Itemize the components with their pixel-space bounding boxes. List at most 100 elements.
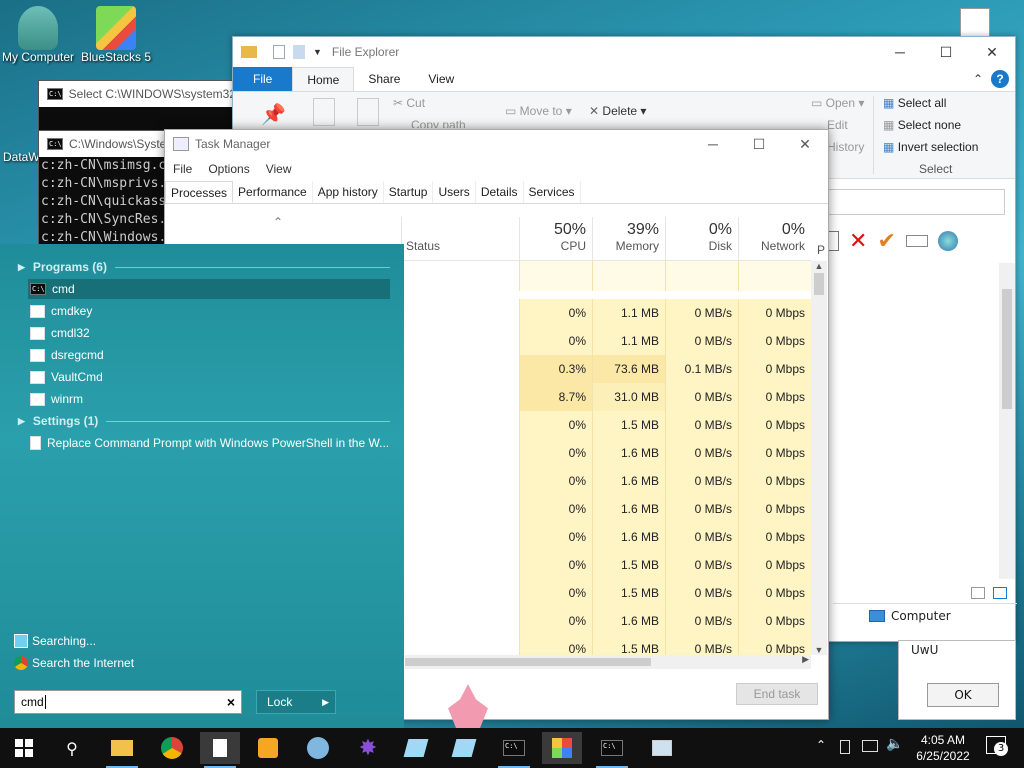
maximize-button[interactable]: ☐ xyxy=(923,37,969,67)
select-none-button[interactable]: ▦ Select none xyxy=(883,118,961,132)
taskbar-task-manager[interactable] xyxy=(642,732,682,764)
taskbar-media[interactable] xyxy=(248,732,288,764)
copy-icon[interactable] xyxy=(313,98,335,126)
scroll-up-icon[interactable]: ▲ xyxy=(811,261,827,271)
cut-button[interactable]: ✂ Cut xyxy=(393,96,425,110)
desktop-icon-dataw[interactable]: DataW xyxy=(0,150,40,164)
desktop-icon-bluestacks[interactable]: BlueStacks 5 xyxy=(78,6,154,64)
view-thumbnails-icon[interactable] xyxy=(993,587,1007,599)
tray-battery-icon[interactable] xyxy=(840,740,850,754)
scroll-right-icon[interactable]: ▶ xyxy=(802,654,809,665)
document-icon[interactable] xyxy=(960,8,990,38)
taskbar-glass-app-2[interactable] xyxy=(444,732,484,764)
open-button[interactable]: ▭ Open ▾ xyxy=(811,96,864,110)
tab-startup[interactable]: Startup xyxy=(384,181,434,203)
quick-access-dropdown-icon[interactable]: ▼ xyxy=(313,47,322,57)
help-icon[interactable]: ? xyxy=(991,70,1009,88)
paste-icon[interactable] xyxy=(357,98,379,126)
taskbar-react[interactable] xyxy=(298,732,338,764)
tab-file[interactable]: File xyxy=(233,67,293,91)
end-task-button[interactable]: End task xyxy=(736,683,818,705)
task-manager-hscroll[interactable]: ▶ xyxy=(405,654,811,669)
column-network[interactable]: 0% Network xyxy=(738,217,811,261)
hscroll-thumb[interactable] xyxy=(405,658,651,666)
scroll-down-icon[interactable]: ▼ xyxy=(811,645,827,655)
ok-button[interactable]: OK xyxy=(927,683,999,707)
edit-button[interactable]: Edit xyxy=(827,118,848,132)
taskbar-cmd[interactable]: C:\ xyxy=(494,732,534,768)
taskbar-purple-app[interactable]: ✸ xyxy=(348,732,388,764)
nav-computer[interactable]: Computer xyxy=(891,609,951,623)
tray-network-icon[interactable] xyxy=(862,740,878,752)
minimize-button[interactable]: ─ xyxy=(690,129,736,159)
tab-home[interactable]: Home xyxy=(292,67,355,91)
lock-button[interactable]: Lock ▶ xyxy=(256,690,336,714)
message-dialog[interactable]: UwU OK xyxy=(898,640,1016,720)
scroll-thumb[interactable] xyxy=(1002,289,1012,409)
minimize-button[interactable]: ─ xyxy=(877,37,923,67)
delete-button[interactable]: ✕ Delete ▾ xyxy=(589,104,646,118)
close-button[interactable]: ✕ xyxy=(969,37,1015,67)
copy-path-button[interactable]: Copy path xyxy=(411,118,466,128)
menu-view[interactable]: View xyxy=(258,158,300,180)
quick-access-check-icon[interactable] xyxy=(273,45,285,59)
menu-file[interactable]: File xyxy=(165,158,200,180)
tray-volume-icon[interactable]: 🔈 xyxy=(886,736,903,752)
task-manager-titlebar[interactable]: Task Manager ─ ☐ ✕ xyxy=(165,130,828,158)
start-button[interactable] xyxy=(4,732,44,764)
maximize-button[interactable]: ☐ xyxy=(736,129,782,159)
desktop-icon-my-computer[interactable]: My Computer xyxy=(0,6,76,64)
search-input[interactable]: cmd × xyxy=(14,690,242,714)
tray-overflow-icon[interactable]: ⌃ xyxy=(816,738,826,752)
tab-services[interactable]: Services xyxy=(524,181,581,203)
invert-selection-button[interactable]: ▦ Invert selection xyxy=(883,140,978,154)
menu-options[interactable]: Options xyxy=(200,158,257,180)
ribbon-collapse-icon[interactable]: ⌃ xyxy=(973,67,991,91)
program-item-winrm[interactable]: winrm xyxy=(28,389,390,409)
column-power[interactable]: P xyxy=(817,243,825,257)
checkmark-icon[interactable]: ✔ xyxy=(877,229,895,254)
rename-icon[interactable] xyxy=(905,235,928,247)
sort-arrow-icon[interactable]: ⌃ xyxy=(273,215,283,229)
clear-search-icon[interactable]: × xyxy=(227,691,235,713)
taskbar-files[interactable] xyxy=(200,732,240,768)
column-memory[interactable]: 39% Memory xyxy=(592,217,665,261)
taskbar-chrome[interactable] xyxy=(152,732,192,764)
view-details-icon[interactable] xyxy=(971,587,985,599)
notification-center-button[interactable]: 3 xyxy=(986,736,1008,758)
column-cpu[interactable]: 50% CPU xyxy=(519,217,592,261)
tab-performance[interactable]: Performance xyxy=(233,181,313,203)
settings-item-powershell[interactable]: Replace Command Prompt with Windows Powe… xyxy=(28,433,390,453)
task-manager-vscroll[interactable]: ▲ ▼ xyxy=(811,261,827,655)
taskbar-cmd-2[interactable]: C:\ xyxy=(592,732,632,768)
tab-share[interactable]: Share xyxy=(354,67,414,91)
column-status[interactable]: Status xyxy=(401,217,519,261)
programs-group-header[interactable]: ▶ Programs (6) xyxy=(18,260,390,274)
tab-view[interactable]: View xyxy=(414,67,468,91)
move-to-button[interactable]: ▭ Move to ▾ xyxy=(505,104,572,118)
select-all-button[interactable]: ▦ Select all xyxy=(883,96,946,110)
tab-processes[interactable]: Processes xyxy=(165,181,234,203)
clock[interactable]: 4:05 AM 6/25/2022 xyxy=(908,732,978,764)
search-internet-link[interactable]: Search the Internet xyxy=(14,656,134,670)
scroll-thumb[interactable] xyxy=(814,273,824,295)
console-titlebar[interactable]: C:\ Select C:\WINDOWS\system32\ xyxy=(39,81,237,107)
address-bar[interactable] xyxy=(825,189,1005,215)
program-item-dsregcmd[interactable]: dsregcmd xyxy=(28,345,390,365)
taskbar-glass-app[interactable] xyxy=(396,732,436,764)
pin-icon[interactable]: 📌 xyxy=(261,102,286,127)
program-item-cmdkey[interactable]: cmdkey xyxy=(28,301,390,321)
red-x-icon[interactable]: ✕ xyxy=(849,229,867,254)
history-button[interactable]: History xyxy=(827,140,864,154)
search-button[interactable]: ⚲ xyxy=(52,732,92,764)
taskbar-blocks-app[interactable] xyxy=(542,732,582,764)
program-item-vaultcmd[interactable]: VaultCmd xyxy=(28,367,390,387)
explorer-titlebar[interactable]: ▼ File Explorer ─ ☐ ✕ xyxy=(233,37,1015,67)
tab-users[interactable]: Users xyxy=(433,181,476,203)
globe-icon[interactable] xyxy=(937,231,958,251)
column-disk[interactable]: 0% Disk xyxy=(665,217,738,261)
taskbar-file-explorer[interactable] xyxy=(102,732,142,768)
explorer-scrollbar[interactable] xyxy=(999,263,1015,579)
close-button[interactable]: ✕ xyxy=(782,129,828,159)
tab-app-history[interactable]: App history xyxy=(313,181,384,203)
